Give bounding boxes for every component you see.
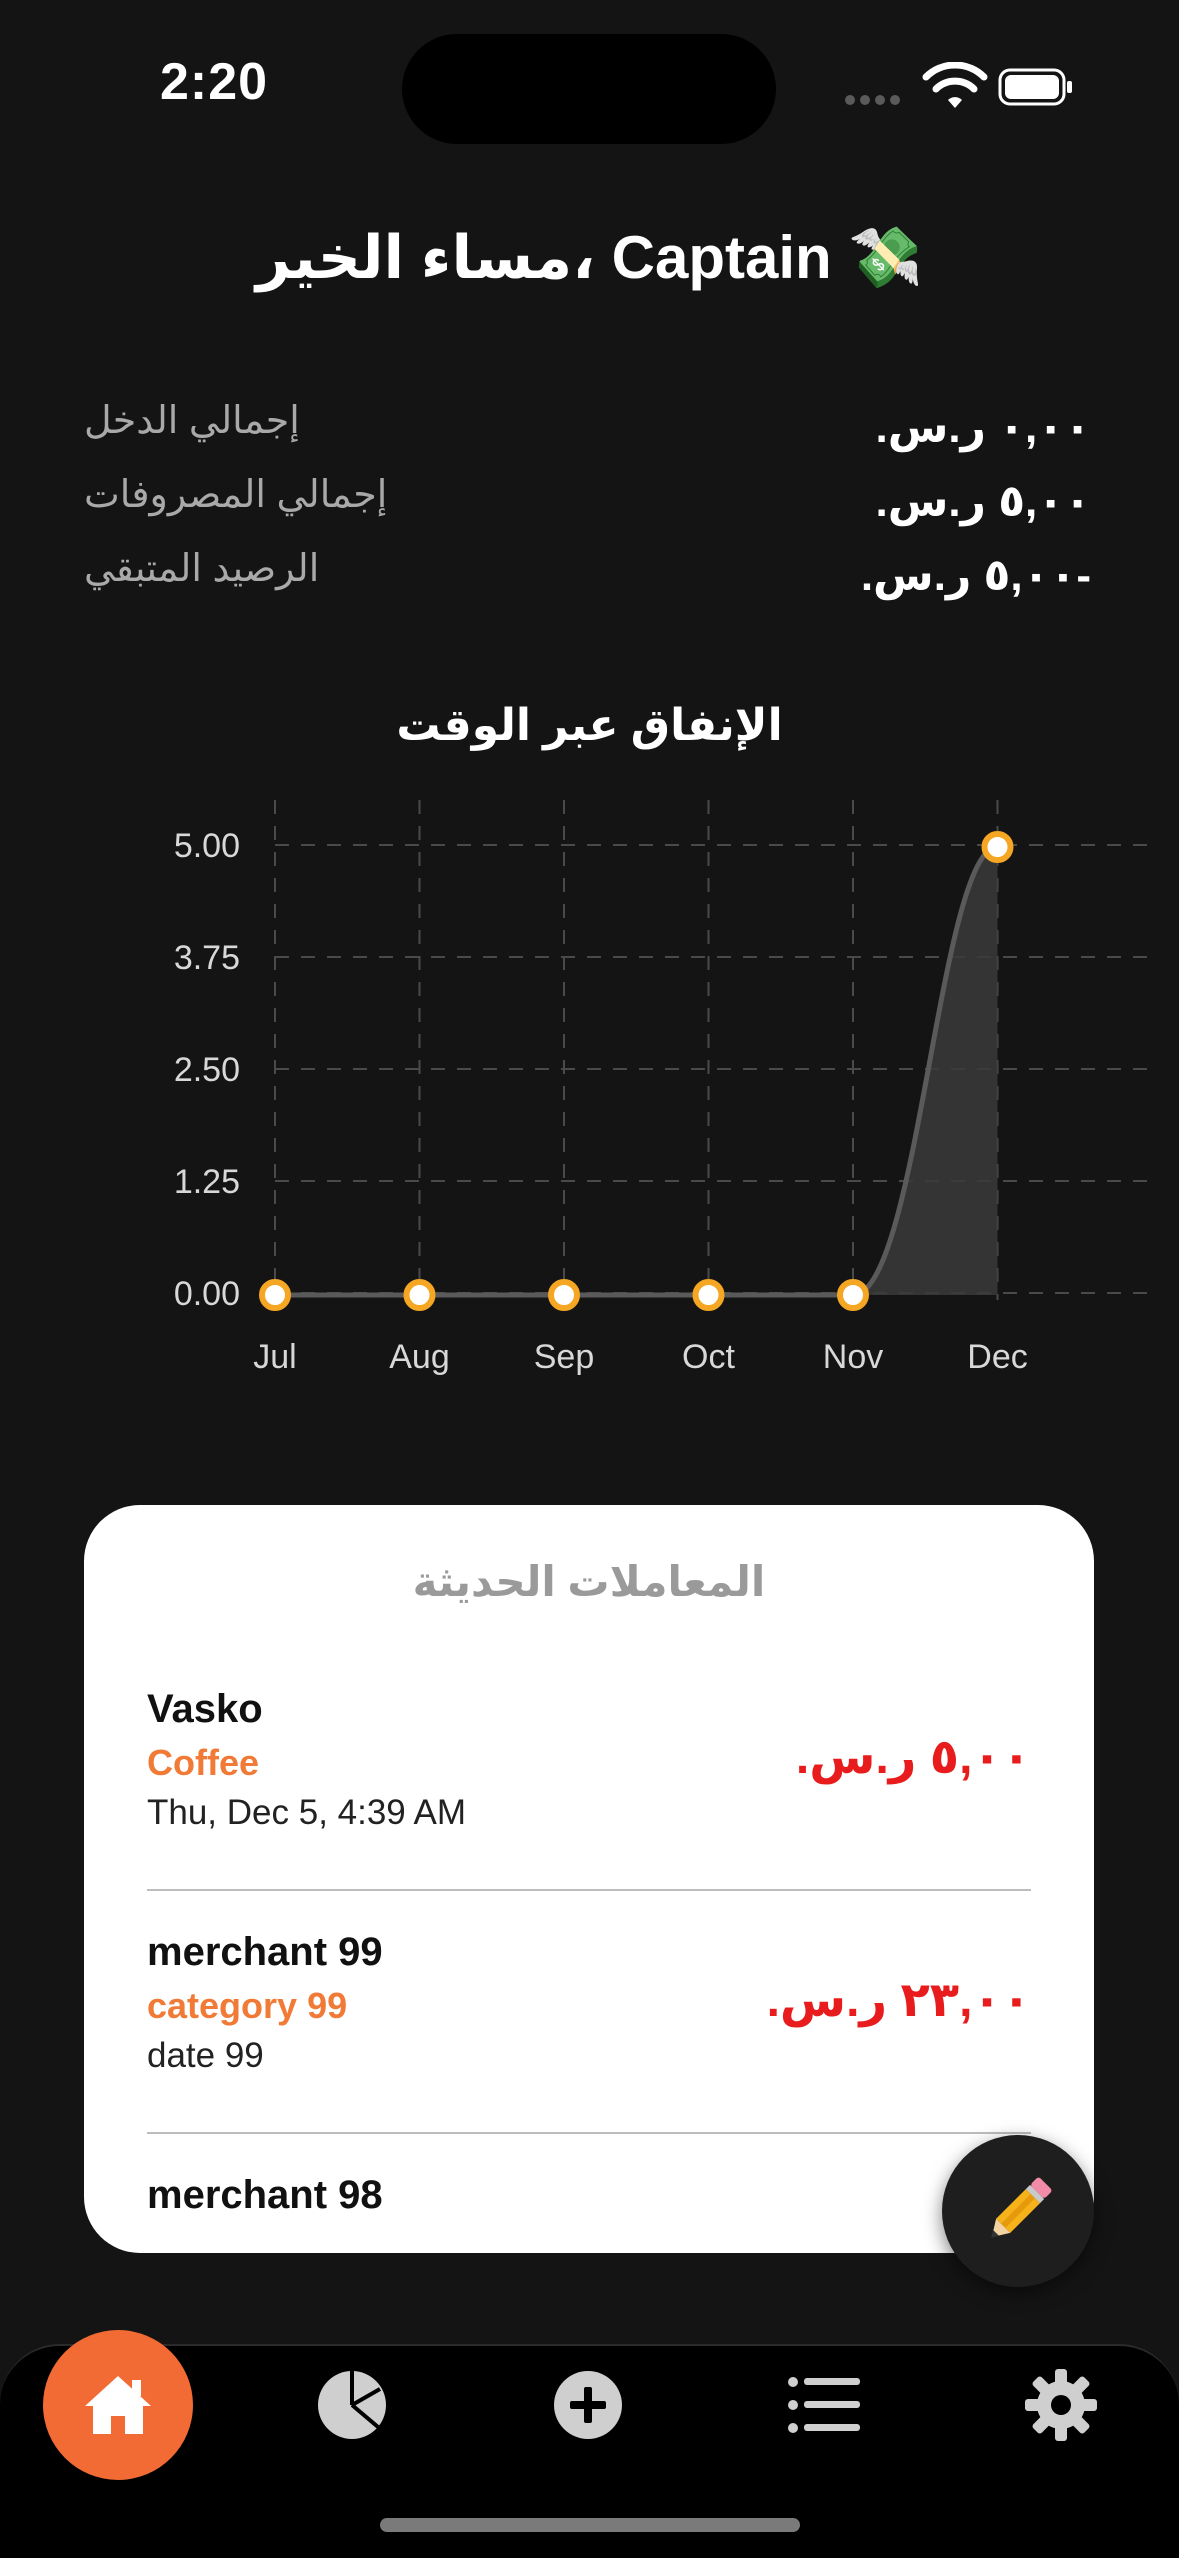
settings-icon xyxy=(1025,2369,1097,2441)
home-icon xyxy=(85,2376,151,2434)
transaction-merchant: Vasko xyxy=(147,1687,263,1731)
x-tick-label: Oct xyxy=(682,1338,735,1376)
recent-transactions-card: المعاملات الحديثة Vasko Coffee Thu, Dec … xyxy=(84,1505,1094,2253)
x-tick-label: Aug xyxy=(389,1338,450,1376)
y-tick-label: 5.00 xyxy=(174,827,240,865)
edit-button[interactable] xyxy=(942,2135,1094,2287)
area-fill xyxy=(275,847,998,1295)
transaction-date: Thu, Dec 5, 4:39 AM xyxy=(147,1793,467,1832)
transaction-row[interactable]: merchant 99 category 99 date 99 ٢٣,٠٠ ر.… xyxy=(147,1930,1031,2173)
transaction-amount: ٢٣,٠٠ ر.س. xyxy=(766,1974,1031,2027)
total-income-value: ٠,٠٠ ر.س. xyxy=(875,403,1091,452)
transaction-row[interactable]: merchant 98 xyxy=(147,2173,1031,2253)
data-point xyxy=(403,1279,436,1311)
wifi-icon xyxy=(922,62,988,108)
transaction-category: category 99 xyxy=(147,1985,348,2026)
y-tick-label: 2.50 xyxy=(174,1051,240,1089)
data-point xyxy=(837,1279,869,1311)
spending-chart: 5.00 3.75 2.50 1.25 0.00 Jul Aug Sep Oct Nov Dec xyxy=(174,800,1150,1376)
battery-icon xyxy=(998,68,1072,106)
remaining-balance-label: الرصيد المتبقي xyxy=(84,548,320,590)
transaction-row[interactable]: Vasko Coffee Thu, Dec 5, 4:39 AM ٥,٠٠ ر.… xyxy=(147,1687,1031,1930)
pencil-icon xyxy=(991,2177,1052,2238)
transaction-merchant: merchant 98 xyxy=(147,2173,383,2217)
greeting-title: مساء الخير، Captain 💸 xyxy=(255,224,924,291)
chart-title: الإنفاق عبر الوقت xyxy=(396,701,783,750)
x-tick-label: Sep xyxy=(534,1338,595,1376)
series-line xyxy=(275,844,999,1298)
y-tick-label: 1.25 xyxy=(174,1163,240,1201)
total-income-label: إجمالي الدخل xyxy=(84,400,300,442)
transaction-amount: ٥,٠٠ ر.س. xyxy=(795,1731,1031,1784)
data-point xyxy=(548,1279,580,1311)
x-tick-label: Dec xyxy=(967,1338,1027,1376)
add-icon xyxy=(554,2371,622,2439)
tab-statistics[interactable] xyxy=(277,2330,427,2480)
home-indicator xyxy=(380,2518,800,2532)
data-point xyxy=(692,1279,725,1311)
x-tick-label: Nov xyxy=(823,1338,883,1376)
transaction-merchant: merchant 99 xyxy=(147,1930,383,1974)
remaining-balance-value: -٥,٠٠ ر.س. xyxy=(860,551,1091,600)
tab-add[interactable] xyxy=(513,2330,663,2480)
divider xyxy=(147,2132,1031,2134)
pie-chart-icon xyxy=(318,2371,386,2439)
divider xyxy=(147,1889,1031,1891)
data-point xyxy=(981,831,1014,863)
tab-home[interactable] xyxy=(43,2330,193,2480)
total-expenses-value: ٥,٠٠ ر.س. xyxy=(875,477,1091,526)
y-tick-label: 3.75 xyxy=(174,939,240,977)
data-point xyxy=(259,1279,291,1311)
dynamic-island xyxy=(402,34,776,144)
x-tick-label: Jul xyxy=(253,1338,296,1376)
status-time: 2:20 xyxy=(160,53,269,111)
total-expenses-label: إجمالي المصروفات xyxy=(84,474,388,516)
transaction-date: date 99 xyxy=(147,2036,264,2075)
tab-transactions[interactable] xyxy=(750,2330,900,2480)
list-icon xyxy=(788,2377,860,2433)
card-title: المعاملات الحديثة xyxy=(412,1558,766,1605)
y-tick-label: 0.00 xyxy=(174,1275,240,1313)
transaction-category: Coffee xyxy=(147,1742,260,1783)
tab-settings[interactable] xyxy=(986,2330,1136,2480)
cellular-signal-icon xyxy=(845,92,905,110)
